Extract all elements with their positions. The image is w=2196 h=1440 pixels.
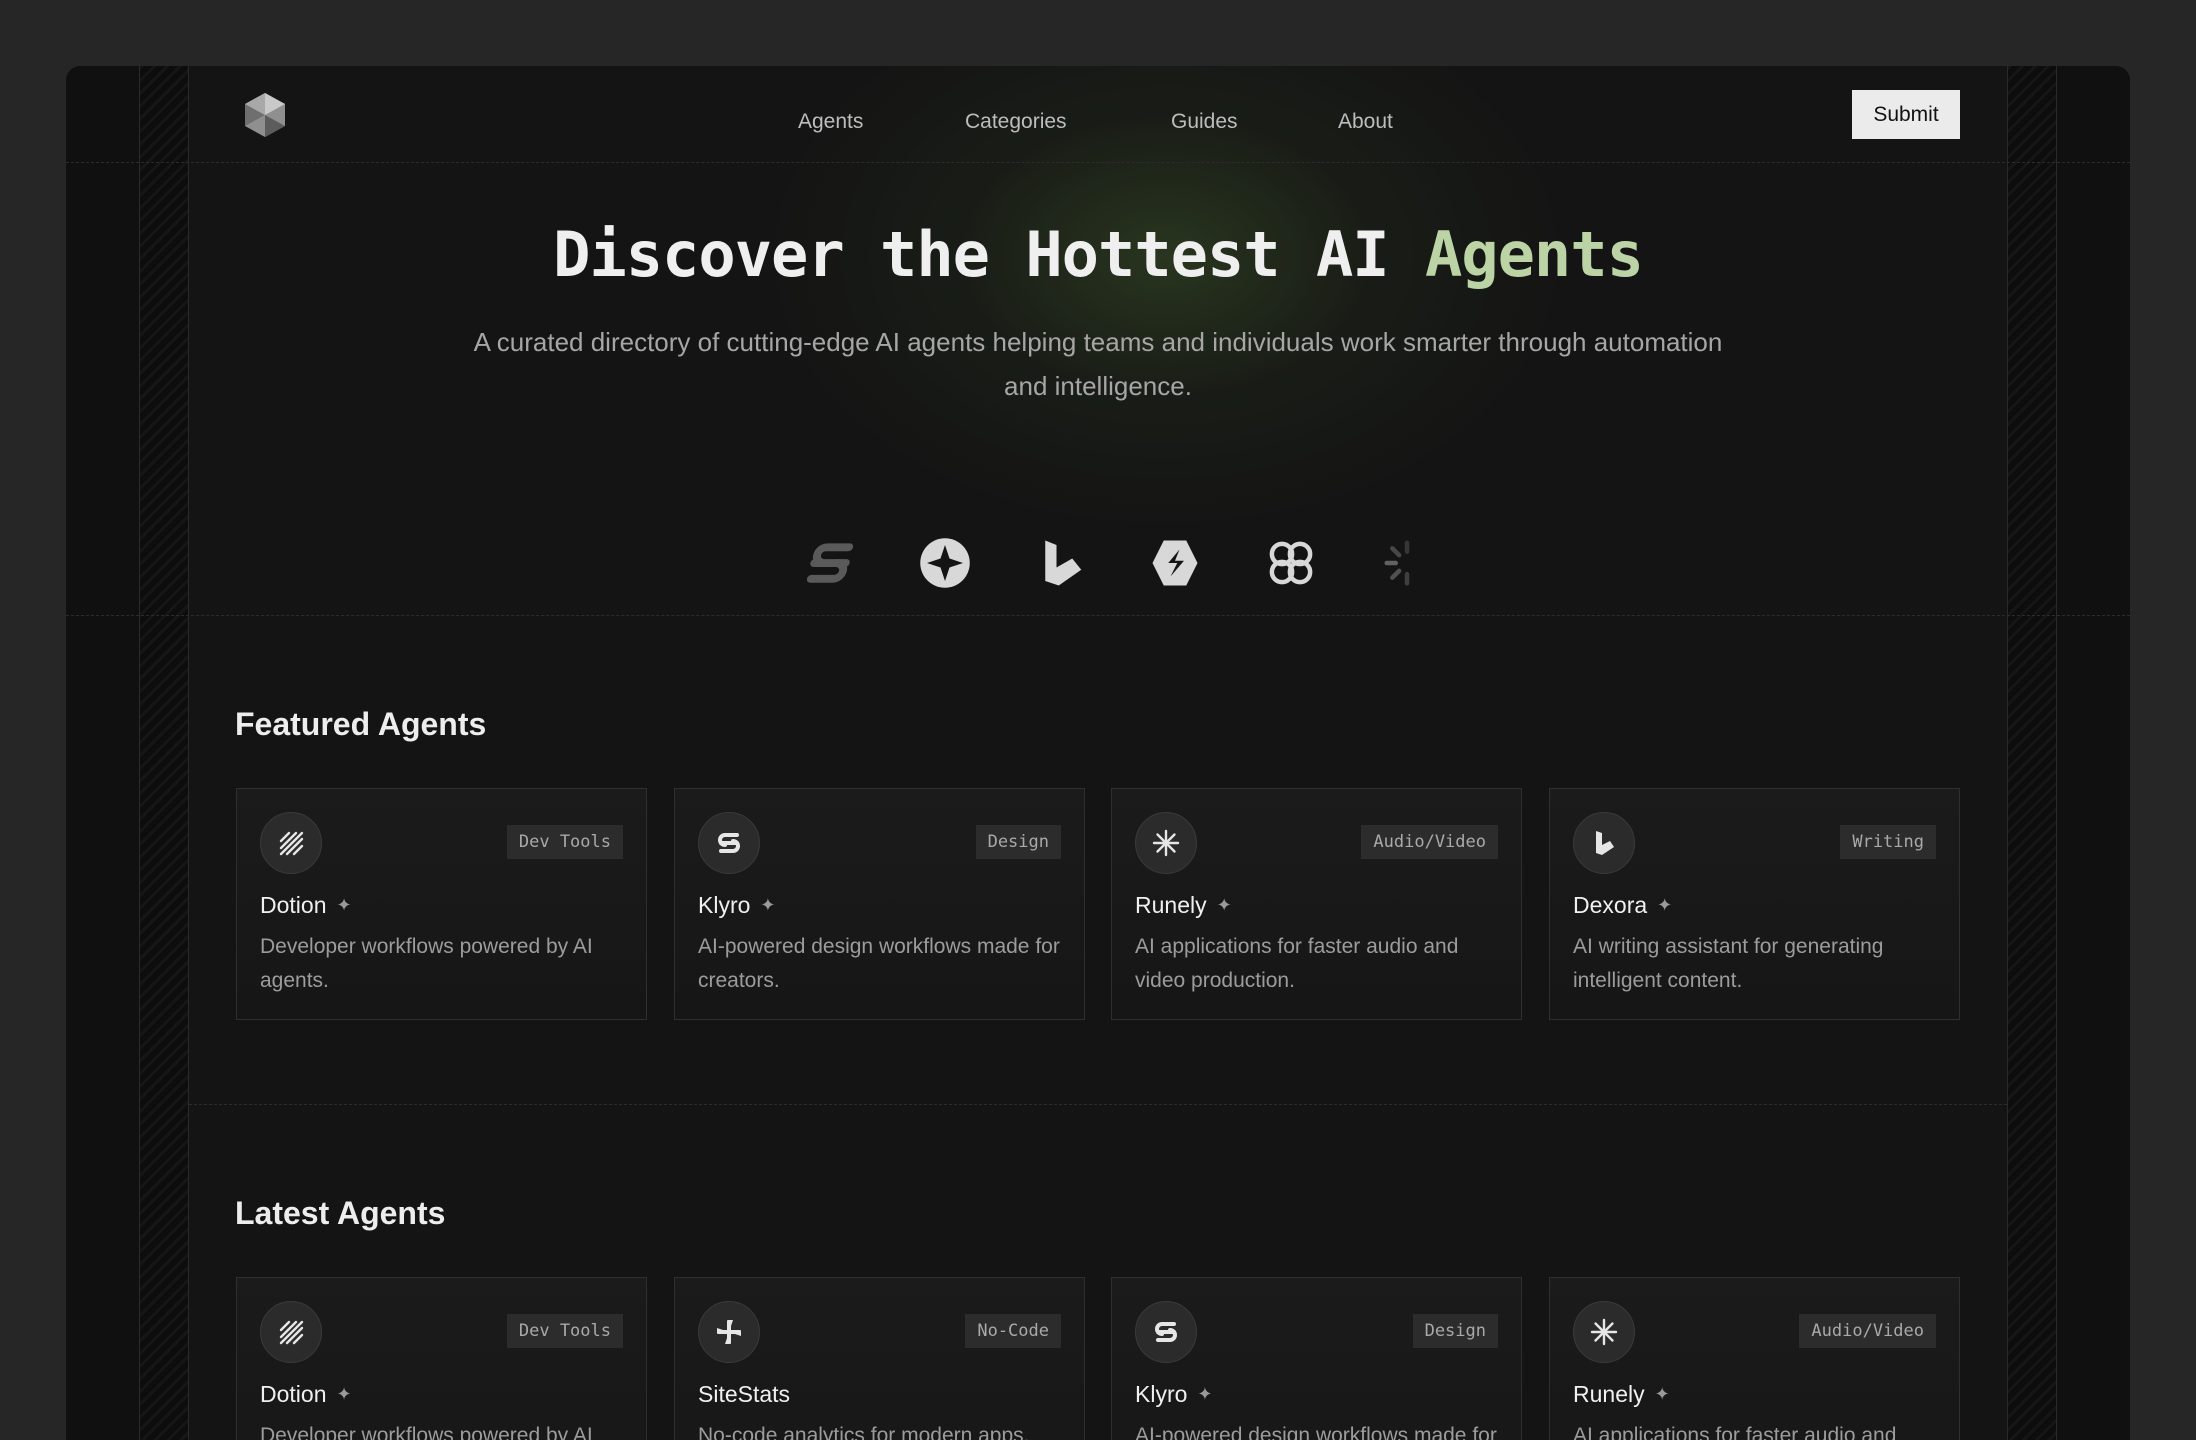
featured-title: Featured Agents [235,706,487,742]
category-tag[interactable]: Audio/Video [1799,1314,1936,1348]
latest-card-klyro[interactable]: Design Klyro ✦ AI-powered design workflow… [1111,1277,1522,1440]
category-tag[interactable]: Design [975,825,1061,859]
latest-title: Latest Agents [235,1195,446,1231]
brand-logo-row [66,536,2130,596]
agent-name: Runely ✦ [1573,1381,1670,1407]
hexagon-logo-icon [1148,536,1202,590]
header-divider [66,162,2130,163]
nav-categories[interactable]: Categories [965,102,1067,142]
nav-guides[interactable]: Guides [1171,102,1238,142]
app-frame: Agents Categories Guides About Submit Di… [66,66,2130,1440]
clover-logo-icon [1264,536,1318,590]
card-icon-circle [1135,1301,1197,1363]
star-circle-logo-icon [918,536,972,590]
featured-card-klyro[interactable]: Design Klyro ✦ AI-powered design workflow… [674,788,1085,1020]
agent-name: Dotion ✦ [260,1381,352,1407]
agent-name: Klyro ✦ [1135,1381,1213,1407]
card-icon-circle [698,812,760,874]
featured-card-dexora[interactable]: Writing Dexora ✦ AI writing assistant for… [1549,788,1960,1020]
featured-card-runely[interactable]: Audio/Video Runely ✦ AI applications for … [1111,788,1522,1020]
dexora-logo-icon [1045,540,1082,586]
agent-name: Runely ✦ [1135,892,1232,918]
card-icon-circle [1135,812,1197,874]
card-icon-circle [1573,1301,1635,1363]
agent-description: AI writing assistant for generating inte… [1573,935,1884,992]
sparkle-icon: ✦ [1216,895,1232,915]
asterisk-icon [1150,827,1182,859]
agent-description: Developer workflows powered by AI agents… [260,1424,593,1440]
category-tag[interactable]: Dev Tools [506,825,623,859]
agent-name: Dotion ✦ [260,892,352,918]
diagonal-lines-icon [275,1316,307,1348]
asterisk-icon [1588,1316,1620,1348]
hero-subtitle: A curated directory of cutting-edge AI a… [473,327,1723,401]
sparkle-icon: ✦ [336,1384,352,1404]
category-tag[interactable]: Design [1412,1314,1498,1348]
latest-card-dotion[interactable]: Dev Tools Dotion ✦ Developer workflows po… [236,1277,647,1440]
agent-description: Developer workflows powered by AI agents… [260,935,593,992]
klyro-icon [1150,1316,1182,1348]
category-tag[interactable]: Dev Tools [506,1314,623,1348]
agent-name: Klyro ✦ [698,892,776,918]
sparkle-icon: ✦ [1657,895,1673,915]
main-nav: Agents Categories Guides About [66,102,2130,142]
sparkle-icon: ✦ [760,895,776,915]
submit-button[interactable]: Submit [1852,90,1960,139]
category-tag[interactable]: Audio/Video [1361,825,1498,859]
latest-card-runely[interactable]: Audio/Video Runely ✦ AI applications for … [1549,1277,1960,1440]
card-icon-circle [260,812,322,874]
klyro-logo-icon [806,543,854,583]
hero-title-main: Discover the Hottest AI [553,218,1425,291]
hero-title-accent: Agents [1424,218,1644,291]
agent-name: SiteStats [698,1381,791,1407]
sparkle-icon: ✦ [1197,1384,1213,1404]
dexora-icon [1588,827,1620,859]
category-tag[interactable]: Writing [1840,825,1936,859]
klyro-icon [713,827,745,859]
hero-divider [66,615,2130,616]
featured-card-dotion[interactable]: Dev Tools Dotion ✦ Developer workflows po… [236,788,647,1020]
latest-card-sitestats[interactable]: No-Code SiteStats No-code analytics for … [674,1277,1085,1440]
sparkle-icon: ✦ [336,895,352,915]
nav-about[interactable]: About [1338,102,1393,142]
sparkle-icon: ✦ [1654,1384,1670,1404]
agent-description: AI applications for faster audio and vid… [1573,1424,1897,1440]
agent-description: No-code analytics for modern apps. [698,1424,1030,1440]
card-icon-circle [1573,812,1635,874]
agent-description: AI-powered design workflows made for cre… [1135,1424,1497,1440]
agent-name: Dexora ✦ [1573,892,1673,918]
hero-title: Discover the Hottest AI Agents [66,218,2130,291]
agent-description: AI applications for faster audio and vid… [1135,935,1459,992]
category-tag[interactable]: No-Code [965,1314,1061,1348]
card-icon-circle [698,1301,760,1363]
section-divider [189,1104,2007,1105]
diagonal-lines-icon [275,827,307,859]
card-icon-circle [260,1301,322,1363]
pinwheel-icon [713,1316,745,1348]
spinner-logo-icon [1380,536,1434,590]
nav-agents[interactable]: Agents [798,102,863,142]
agent-description: AI-powered design workflows made for cre… [698,935,1060,992]
